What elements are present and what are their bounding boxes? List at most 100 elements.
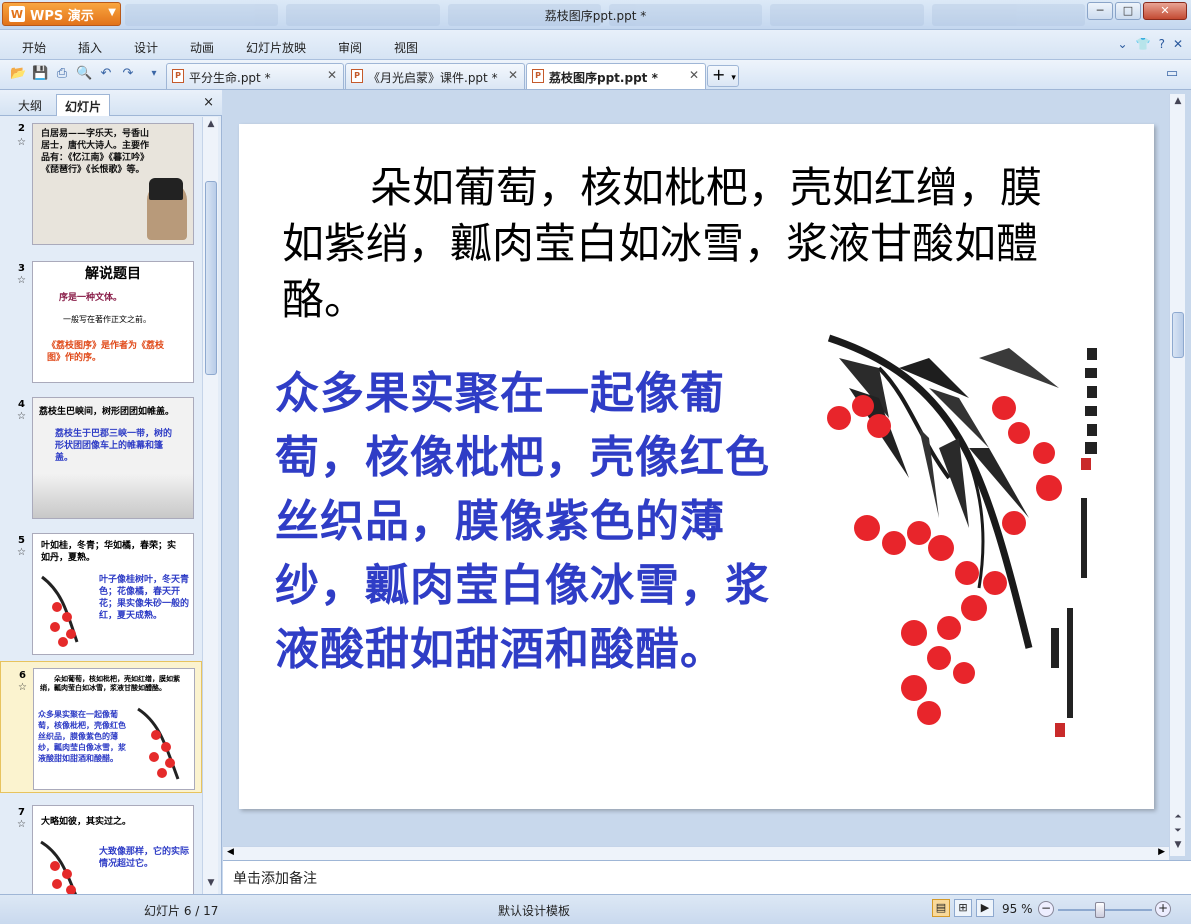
scrollbar-thumb[interactable] — [205, 181, 217, 375]
doc-tab-label: 荔枝图序ppt.ppt * — [549, 71, 658, 85]
star-icon: ☆ — [17, 819, 26, 830]
thumbnail-text: 一般写在著作正文之前。 — [63, 315, 151, 324]
menu-home[interactable]: 开始 — [22, 39, 46, 56]
print-icon[interactable]: ⎙ — [54, 66, 70, 82]
doc-tab-label: 《月光启蒙》课件.ppt * — [368, 71, 498, 85]
close-tab-icon[interactable]: ✕ — [689, 68, 699, 82]
tab-list-icon[interactable]: ▭ — [1164, 66, 1180, 82]
maximize-button[interactable]: □ — [1115, 2, 1141, 20]
doc-tab-3[interactable]: P 荔枝图序ppt.ppt * ✕ — [526, 63, 706, 89]
scroll-right-icon[interactable]: ▶ — [1158, 847, 1165, 857]
hat-shape — [149, 178, 183, 200]
horizontal-scrollbar[interactable]: ◀ ▶ — [223, 846, 1169, 860]
slide-number: 2 — [18, 123, 25, 134]
thumbnail-text: 叶子像桂树叶，冬天青色；花像橘，春天开花；果实像朱砂一般的红，夏天成熟。 — [99, 575, 190, 621]
next-slide-icon[interactable]: ⏷ — [1170, 826, 1186, 840]
thumbnail-image: 白居易——字乐天，号香山居士，唐代大诗人。主要作品有：《忆江南》《暮江吟》《琵琶… — [32, 123, 194, 245]
normal-view-button[interactable]: ▤ — [932, 899, 950, 917]
close-doc-icon[interactable]: ✕ — [1173, 37, 1183, 51]
slide-canvas[interactable]: 朵如葡萄，核如枇杷，壳如红缯，膜如紫绡，瓤肉莹白如冰雪，浆液甘酸如醴酪。 众多果… — [239, 124, 1154, 809]
close-window-button[interactable]: ✕ — [1143, 2, 1187, 20]
slide-number: 5 — [18, 535, 25, 546]
tab-slides[interactable]: 幻灯片 — [56, 94, 111, 116]
minimize-button[interactable]: ─ — [1087, 2, 1113, 20]
thumbnail-text: 荔枝生巴峡间，树形团团如帷盖。 — [39, 407, 175, 417]
notes-pane[interactable]: 单击添加备注 — [223, 860, 1191, 894]
ppt-file-icon: P — [532, 69, 544, 83]
thumbnail-list: 2 ☆ 白居易——字乐天，号香山居士，唐代大诗人。主要作品有：《忆江南》《暮江吟… — [0, 117, 202, 894]
close-tab-icon[interactable]: ✕ — [327, 68, 337, 82]
slide-sorter-view-button[interactable]: ⊞ — [954, 899, 972, 917]
thumbnail-slide-3[interactable]: 3 ☆ 解说题目 序是一种文体。 一般写在著作正文之前。 《荔枝图序》是作者为《… — [0, 255, 202, 385]
doc-tab-1[interactable]: P 平分生命.ppt * ✕ — [166, 63, 344, 89]
thumbnail-slide-2[interactable]: 2 ☆ 白居易——字乐天，号香山居士，唐代大诗人。主要作品有：《忆江南》《暮江吟… — [0, 117, 202, 249]
doc-tab-2[interactable]: P 《月光启蒙》课件.ppt * ✕ — [345, 63, 525, 89]
lychee-painting-image — [37, 838, 93, 894]
previous-slide-icon[interactable]: ⏶ — [1170, 812, 1186, 826]
thumbnail-image: 大略如彼，其实过之。 大致像那样，它的实际情况超过它。 — [32, 805, 194, 894]
chevron-down-icon[interactable]: ⌄ — [1118, 37, 1128, 51]
menu-slideshow[interactable]: 幻灯片放映 — [246, 39, 306, 56]
zoom-slider-track[interactable] — [1058, 909, 1152, 911]
lychee-painting-image — [134, 705, 192, 785]
help-icon[interactable]: ? — [1159, 37, 1165, 51]
lychee-painting-image — [37, 572, 93, 652]
menu-animation[interactable]: 动画 — [190, 39, 214, 56]
thumbnail-text: 大致像那样，它的实际情况超过它。 — [99, 847, 190, 869]
slide-number: 4 — [18, 399, 25, 410]
menu-design[interactable]: 设计 — [134, 39, 158, 56]
star-icon: ☆ — [17, 275, 26, 286]
toolbar-more-icon[interactable]: ▾ — [146, 66, 162, 82]
scrollbar-thumb[interactable] — [1172, 312, 1184, 358]
lychee-painting-image[interactable] — [819, 328, 1119, 786]
thumbnail-image: 解说题目 序是一种文体。 一般写在著作正文之前。 《荔枝图序》是作者为《荔枝图》… — [32, 261, 194, 383]
scroll-left-icon[interactable]: ◀ — [227, 847, 234, 857]
menu-view[interactable]: 视图 — [394, 39, 418, 56]
close-panel-icon[interactable]: × — [203, 95, 214, 110]
menu-bar: 开始 插入 设计 动画 幻灯片放映 审阅 视图 ⌄ 👕 ? ✕ — [0, 30, 1191, 60]
star-icon: ☆ — [17, 137, 26, 148]
slide-translation-text[interactable]: 众多果实聚在一起像葡萄，核像枇杷，壳像红色丝织品，膜像紫色的薄纱，瓤肉莹白像冰雪… — [275, 362, 780, 682]
menu-right-tools: ⌄ 👕 ? ✕ — [1118, 37, 1183, 51]
thumbnail-slide-5[interactable]: 5 ☆ 叶如桂，冬青；华如橘，春荣；实如丹，夏熟。 叶子像桂树叶，冬天青色；花像… — [0, 527, 202, 657]
scroll-down-icon[interactable]: ▼ — [1170, 840, 1186, 854]
notes-placeholder: 单击添加备注 — [233, 871, 317, 887]
tab-outline[interactable]: 大纲 — [10, 94, 50, 116]
open-folder-icon[interactable]: 📂 — [10, 66, 26, 82]
scroll-up-icon[interactable]: ▲ — [203, 119, 219, 133]
slide-original-text[interactable]: 朵如葡萄，核如枇杷，壳如红缯，膜如紫绡，瓤肉莹白如冰雪，浆液甘酸如醴酪。 — [282, 160, 1082, 328]
zoom-out-button[interactable]: − — [1038, 901, 1054, 917]
slide-scrollbar[interactable]: ▲ ⏶ ⏷ ▼ — [1169, 94, 1185, 856]
doc-tab-label: 平分生命.ppt * — [189, 71, 271, 85]
slide-number: 3 — [18, 263, 25, 274]
thumbnail-slide-7[interactable]: 7 ☆ 大略如彼，其实过之。 大致像那样，它的实际情况超过它。 — [0, 799, 202, 894]
template-name: 默认设计模板 — [498, 904, 571, 918]
thumbnail-text: 朵如葡萄，核如枇杷，壳如红缯，膜如紫绡，瓤肉莹白如冰雪，浆液甘酸如醴酪。 — [40, 675, 180, 692]
thumbnail-slide-4[interactable]: 4 ☆ 荔枝生巴峡间，树形团团如帷盖。 荔枝生于巴郡三峡一带，树的形状团团像车上… — [0, 391, 202, 521]
scroll-up-icon[interactable]: ▲ — [1170, 96, 1186, 110]
menu-insert[interactable]: 插入 — [78, 39, 102, 56]
zoom-in-button[interactable]: + — [1155, 901, 1171, 917]
wps-presentation-window: W WPS 演示 ▼ 荔枝图序ppt.ppt * ─ □ ✕ 开始 插入 设计 … — [0, 0, 1191, 924]
save-icon[interactable]: 💾 — [32, 66, 48, 82]
thumbnail-scrollbar[interactable]: ▲ ▼ — [202, 117, 218, 894]
thumbnail-text: 大略如彼，其实过之。 — [41, 817, 132, 827]
slide-number: 7 — [18, 807, 25, 818]
skin-icon[interactable]: 👕 — [1136, 37, 1151, 51]
thumbnail-text: 白居易——字乐天，号香山居士，唐代大诗人。主要作品有：《忆江南》《暮江吟》《琵琶… — [41, 129, 150, 175]
undo-icon[interactable]: ↶ — [98, 66, 114, 82]
zoom-slider-knob[interactable] — [1095, 902, 1105, 918]
thumbnail-slide-6[interactable]: 6 ☆ 朵如葡萄，核如枇杷，壳如红缯，膜如紫绡，瓤肉莹白如冰雪，浆液甘酸如醴酪。… — [0, 661, 202, 793]
print-preview-icon[interactable]: 🔍 — [76, 66, 92, 82]
menu-review[interactable]: 审阅 — [338, 39, 362, 56]
close-tab-icon[interactable]: ✕ — [508, 68, 518, 82]
thumbnail-text: 序是一种文体。 — [59, 293, 123, 303]
scroll-down-icon[interactable]: ▼ — [203, 878, 219, 892]
slideshow-view-button[interactable]: ▶ — [976, 899, 994, 917]
thumbnail-image: 朵如葡萄，核如枇杷，壳如红缯，膜如紫绡，瓤肉莹白如冰雪，浆液甘酸如醴酪。 众多果… — [33, 668, 195, 790]
redo-icon[interactable]: ↷ — [120, 66, 136, 82]
toolbar: 📂 💾 ⎙ 🔍 ↶ ↷ ▾ P 平分生命.ppt * ✕ P 《月光启蒙》课件.… — [0, 60, 1191, 90]
tree-landscape-image — [33, 474, 193, 518]
new-tab-button[interactable]: + ▾ — [707, 65, 739, 87]
window-controls: ─ □ ✕ — [1087, 2, 1187, 20]
